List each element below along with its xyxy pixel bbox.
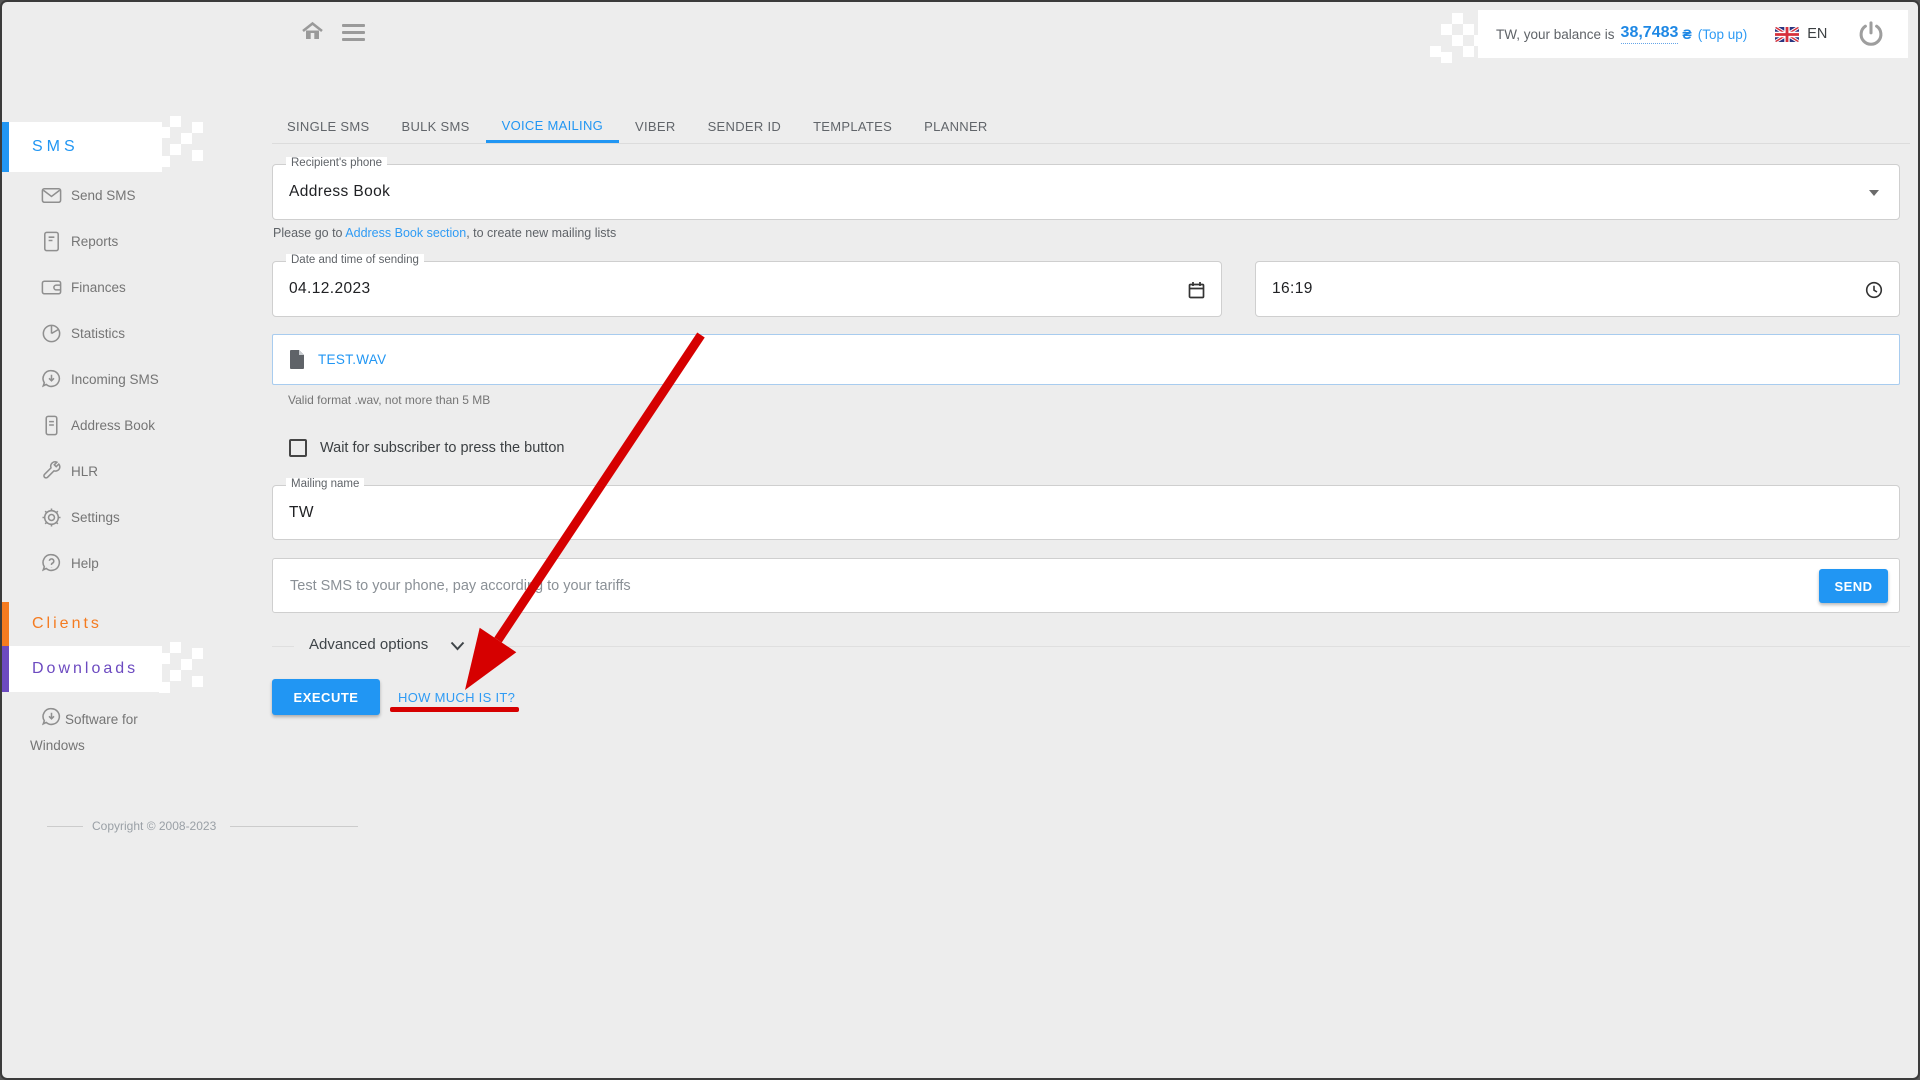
sending-date-value: 04.12.2023 (273, 262, 1221, 316)
tab-templates[interactable]: TEMPLATES (797, 110, 908, 143)
execute-button[interactable]: EXECUTE (272, 679, 380, 715)
clients-header-label: Clients (32, 615, 102, 633)
sidebar-section-clients[interactable]: Clients (2, 602, 162, 646)
tab-single-sms[interactable]: SINGLE SMS (271, 110, 385, 143)
test-sms-input[interactable] (273, 559, 1813, 612)
sidebar-item-hlr[interactable]: HLR (2, 448, 222, 494)
wait-for-button-checkbox[interactable] (289, 439, 307, 457)
power-logout-icon[interactable] (1857, 20, 1885, 48)
wallet-icon (40, 276, 63, 299)
footer-divider-right (230, 826, 358, 827)
wrench-icon (40, 460, 63, 483)
language-selector[interactable]: EN (1807, 26, 1827, 42)
sidebar-item-settings[interactable]: Settings (2, 494, 222, 540)
home-icon[interactable] (300, 19, 325, 43)
wait-for-button-label: Wait for subscriber to press the button (320, 440, 564, 456)
balance-currency: ₴ (1682, 26, 1691, 42)
copyright-text: Copyright © 2008-2023 (92, 819, 216, 833)
sending-time-value: 16:19 (1256, 262, 1899, 316)
document-icon (40, 230, 63, 253)
balance-prefix: TW, your balance is (1496, 27, 1615, 42)
mailing-name-field[interactable]: Mailing name TW (272, 485, 1900, 540)
address-book-icon (40, 414, 63, 437)
calendar-icon[interactable] (1188, 281, 1205, 299)
sidebar-section-sms[interactable]: SMS (2, 122, 162, 172)
address-book-section-link[interactable]: Address Book section (345, 226, 466, 240)
app-window: TW, your balance is 38,7483 ₴ (Top up) E… (0, 0, 1920, 1080)
tab-sender-id[interactable]: SENDER ID (692, 110, 798, 143)
audio-file-name[interactable]: TEST.WAV (318, 352, 386, 367)
sidebar-section-downloads[interactable]: Downloads (2, 646, 162, 692)
uk-flag-icon[interactable] (1775, 27, 1799, 42)
mailing-name-value: TW (273, 486, 1899, 539)
tab-bulk-sms[interactable]: BULK SMS (385, 110, 485, 143)
advanced-divider-right (480, 646, 1910, 647)
recipient-phone-label: Recipient's phone (286, 157, 387, 169)
annotation-red-underline (390, 707, 519, 712)
sending-date-label: Date and time of sending (286, 254, 424, 266)
pixel-decoration-sms (148, 116, 200, 172)
mailing-name-label: Mailing name (286, 478, 364, 490)
sidebar-item-address-book[interactable]: Address Book (2, 402, 222, 448)
recipient-phone-value: Address Book (273, 165, 1899, 219)
incoming-message-icon (40, 368, 63, 391)
downloads-header-label: Downloads (32, 660, 138, 678)
sidebar-item-send-sms[interactable]: Send SMS (2, 172, 222, 218)
pixel-decoration-downloads (148, 640, 200, 696)
sms-header-label: SMS (32, 138, 79, 156)
top-up-link[interactable]: (Top up) (1698, 27, 1748, 42)
send-test-button[interactable]: SEND (1819, 569, 1888, 603)
tab-viber[interactable]: VIBER (619, 110, 692, 143)
tabs-divider (272, 143, 1910, 144)
address-book-note: Please go to Address Book section, to cr… (273, 226, 616, 240)
sidebar-item-reports[interactable]: Reports (2, 218, 222, 264)
help-icon (40, 552, 63, 575)
sending-time-field[interactable]: 16:19 (1255, 261, 1900, 317)
account-balance-box: TW, your balance is 38,7483 ₴ (Top up) E… (1478, 10, 1908, 58)
balance-amount[interactable]: 38,7483 (1621, 24, 1679, 44)
tab-voice-mailing[interactable]: VOICE MAILING (486, 110, 619, 143)
sending-date-field[interactable]: Date and time of sending 04.12.2023 (272, 261, 1222, 317)
file-icon (290, 350, 305, 369)
audio-file-upload[interactable]: TEST.WAV (272, 334, 1900, 385)
pixel-decoration-topbar (1430, 8, 1482, 60)
gear-icon (40, 506, 63, 529)
hamburger-menu-icon[interactable] (342, 24, 365, 45)
tab-planner[interactable]: PLANNER (908, 110, 1004, 143)
channel-tabs: SINGLE SMS BULK SMS VOICE MAILING VIBER … (271, 110, 1004, 143)
sidebar-item-finances[interactable]: Finances (2, 264, 222, 310)
audio-file-hint: Valid format .wav, not more than 5 MB (288, 393, 490, 407)
recipient-phone-select[interactable]: Recipient's phone Address Book (272, 164, 1900, 220)
advanced-options-toggle[interactable]: Advanced options (309, 636, 428, 653)
sidebar-item-help[interactable]: Help (2, 540, 222, 586)
sidebar-item-statistics[interactable]: Statistics (2, 310, 222, 356)
clock-icon[interactable] (1865, 281, 1883, 299)
sidebar-item-incoming-sms[interactable]: Incoming SMS (2, 356, 222, 402)
sidebar-item-software-for-windows[interactable]: Software for Windows (30, 707, 175, 759)
advanced-divider-left (272, 646, 294, 647)
chevron-down-icon[interactable] (450, 641, 465, 651)
pie-chart-icon (40, 322, 63, 345)
sidebar-menu: Send SMS Reports Finances Statistics (2, 172, 222, 586)
dropdown-caret-icon[interactable] (1869, 190, 1879, 196)
envelope-icon (40, 184, 63, 207)
test-sms-row: SEND (272, 558, 1900, 613)
footer-divider-left (47, 826, 83, 827)
